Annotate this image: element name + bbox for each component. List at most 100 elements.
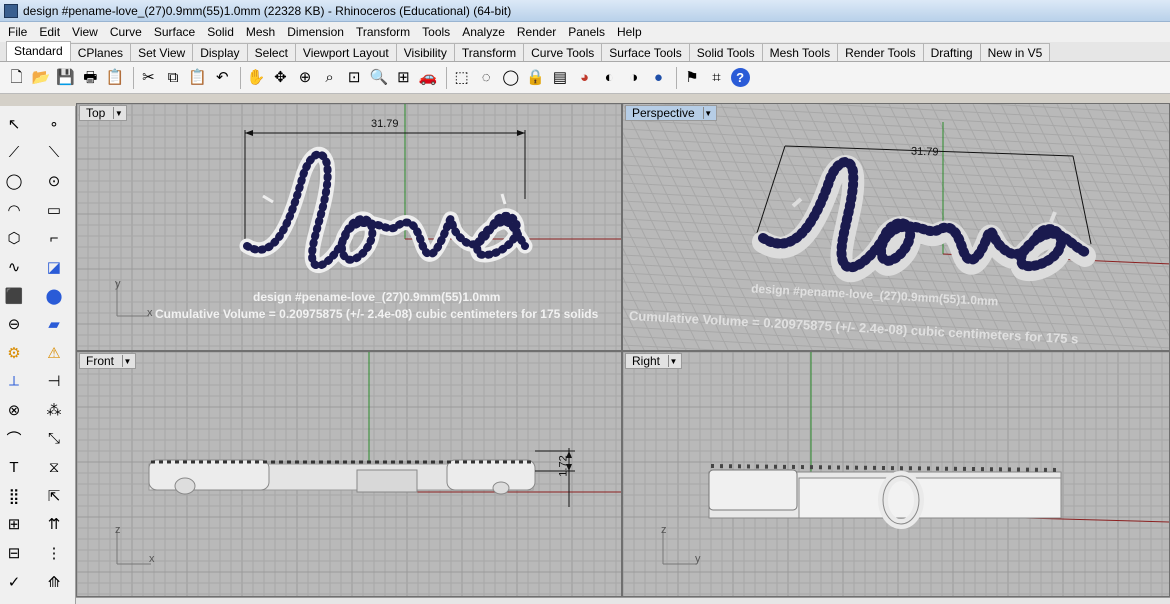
dimension-icon[interactable]: ⚑ bbox=[681, 67, 702, 88]
tab-render-tools[interactable]: Render Tools bbox=[837, 43, 924, 61]
viewport-top[interactable]: Top ▼ 31.79 design #pename-love_(27)0.9mm… bbox=[76, 103, 622, 351]
zoom-selected-icon[interactable]: 🔍 bbox=[368, 67, 389, 88]
rendered-sphere-icon[interactable]: ◑ bbox=[623, 67, 644, 88]
show-icon[interactable]: ◯ bbox=[500, 67, 521, 88]
shaded-sphere-icon[interactable]: ◐ bbox=[599, 67, 620, 88]
menu-dimension[interactable]: Dimension bbox=[281, 22, 350, 42]
mirror-icon[interactable]: ⧖ bbox=[42, 455, 66, 479]
array-icon[interactable]: ⣿ bbox=[2, 484, 26, 508]
car-icon[interactable]: 🚗 bbox=[418, 67, 439, 88]
menu-transform[interactable]: Transform bbox=[350, 22, 416, 42]
polygon-icon[interactable]: ⬡ bbox=[2, 226, 26, 250]
check-icon[interactable]: ✓ bbox=[2, 570, 26, 594]
group-icon[interactable]: ⁂ bbox=[42, 398, 66, 422]
cylinder-icon[interactable]: ⊖ bbox=[2, 312, 26, 336]
tab-drafting[interactable]: Drafting bbox=[922, 43, 981, 61]
zoom-extents-icon[interactable]: ⊡ bbox=[344, 67, 365, 88]
grid-options-icon[interactable]: ⌗ bbox=[706, 67, 727, 88]
bake-icon[interactable]: ⋮ bbox=[42, 541, 66, 565]
layers-icon[interactable]: ▤ bbox=[549, 67, 570, 88]
box-solid-icon[interactable]: ⬛ bbox=[2, 284, 26, 308]
menu-analyze[interactable]: Analyze bbox=[456, 22, 511, 42]
explode-icon[interactable]: ⤡ bbox=[42, 427, 66, 451]
tab-solid-tools[interactable]: Solid Tools bbox=[688, 43, 763, 61]
point-icon[interactable]: ∘ bbox=[42, 112, 66, 136]
block-icon[interactable]: ⊟ bbox=[2, 541, 26, 565]
circle-icon[interactable]: ◯ bbox=[2, 169, 26, 193]
paste-icon[interactable]: 📋 bbox=[187, 67, 208, 88]
viewport-menu-arrow-icon[interactable]: ▼ bbox=[113, 107, 123, 119]
extrude-icon[interactable]: ▰ bbox=[42, 312, 66, 336]
viewport-perspective[interactable]: Perspective ▼ 31.79 design #pename-love_(… bbox=[622, 103, 1170, 351]
menu-mesh[interactable]: Mesh bbox=[240, 22, 281, 42]
viewport-menu-arrow-icon[interactable]: ▼ bbox=[122, 355, 132, 367]
print-icon[interactable]: 🖶 bbox=[80, 67, 101, 88]
tab-viewport-layout[interactable]: Viewport Layout bbox=[294, 43, 397, 61]
tab-cplanes[interactable]: CPlanes bbox=[69, 43, 132, 61]
offset-icon[interactable]: ⊣ bbox=[42, 369, 66, 393]
render-sphere-icon[interactable]: ● bbox=[648, 67, 669, 88]
color-wheel-icon[interactable]: ◕ bbox=[574, 67, 595, 88]
menu-panels[interactable]: Panels bbox=[562, 22, 611, 42]
warning-icon[interactable]: ⚠ bbox=[42, 341, 66, 365]
tab-display[interactable]: Display bbox=[192, 43, 248, 61]
polyline-icon[interactable]: ⟋ bbox=[2, 141, 26, 165]
select-arrow-icon[interactable]: ↖ bbox=[2, 112, 26, 136]
freeform-curve-icon[interactable]: ∿ bbox=[2, 255, 26, 279]
zoom-dynamic-icon[interactable]: ⊕ bbox=[295, 67, 316, 88]
viewport-menu-arrow-icon[interactable]: ▼ bbox=[702, 107, 713, 119]
tab-visibility[interactable]: Visibility bbox=[395, 43, 455, 61]
new-file-icon[interactable]: 🗋 bbox=[6, 67, 27, 88]
paint-icon[interactable]: ⟰ bbox=[42, 570, 66, 594]
viewport-tab-front[interactable]: Front ▼ bbox=[79, 353, 137, 369]
hide-icon[interactable]: ◌ bbox=[476, 67, 497, 88]
copy-icon[interactable]: ⧉ bbox=[163, 67, 184, 88]
save-icon[interactable]: 💾 bbox=[55, 67, 76, 88]
right-model[interactable] bbox=[623, 352, 1170, 597]
viewport-front[interactable]: Front ▼ 1.72 z x bbox=[76, 351, 622, 597]
rectangle-icon[interactable]: ▭ bbox=[42, 198, 66, 222]
control-points-icon[interactable]: ⟍ bbox=[42, 141, 66, 165]
menu-surface[interactable]: Surface bbox=[148, 22, 201, 42]
boolean-icon[interactable]: ⬤ bbox=[42, 284, 66, 308]
history-icon[interactable]: ⇈ bbox=[42, 512, 66, 536]
menu-tools[interactable]: Tools bbox=[416, 22, 456, 42]
pan-hand-icon[interactable]: ✋ bbox=[245, 67, 266, 88]
tab-mesh-tools[interactable]: Mesh Tools bbox=[761, 43, 839, 61]
sweep-icon[interactable]: ⟂ bbox=[2, 369, 26, 393]
tab-surface-tools[interactable]: Surface Tools bbox=[601, 43, 690, 61]
menu-curve[interactable]: Curve bbox=[104, 22, 148, 42]
help-icon[interactable]: ? bbox=[730, 68, 750, 87]
undo-icon[interactable]: ↶ bbox=[212, 67, 233, 88]
curve-fillet-icon[interactable]: ⌐ bbox=[42, 226, 66, 250]
zoom-window-icon[interactable]: ⌕ bbox=[319, 67, 340, 88]
cut-icon[interactable]: ✂ bbox=[138, 67, 159, 88]
front-model[interactable] bbox=[77, 352, 622, 597]
viewport-tab-right[interactable]: Right ▼ bbox=[625, 353, 683, 369]
join-icon[interactable]: ⌒ bbox=[2, 427, 26, 451]
rotate-view-icon[interactable]: ✥ bbox=[270, 67, 291, 88]
viewport-right[interactable]: Right ▼ z y bbox=[622, 351, 1170, 597]
menu-view[interactable]: View bbox=[66, 22, 104, 42]
menu-render[interactable]: Render bbox=[511, 22, 562, 42]
menu-file[interactable]: File bbox=[2, 22, 33, 42]
menu-help[interactable]: Help bbox=[611, 22, 648, 42]
grid-snap-icon[interactable]: ⊞ bbox=[2, 512, 26, 536]
move-icon[interactable]: ⇱ bbox=[42, 484, 66, 508]
tab-new-in-v5[interactable]: New in V5 bbox=[979, 43, 1051, 61]
viewport-menu-arrow-icon[interactable]: ▼ bbox=[668, 355, 678, 367]
tab-transform[interactable]: Transform bbox=[453, 43, 525, 61]
menu-edit[interactable]: Edit bbox=[33, 22, 66, 42]
four-viewports-icon[interactable]: ⊞ bbox=[393, 67, 414, 88]
lock-icon[interactable]: 🔒 bbox=[525, 67, 546, 88]
surface-icon[interactable]: ◪ bbox=[42, 255, 66, 279]
viewport-tab-top[interactable]: Top ▼ bbox=[79, 105, 128, 121]
ellipse-icon[interactable]: ⊙ bbox=[42, 169, 66, 193]
text-icon[interactable]: T bbox=[2, 455, 26, 479]
tab-select[interactable]: Select bbox=[246, 43, 296, 61]
tab-curve-tools[interactable]: Curve Tools bbox=[523, 43, 603, 61]
arc-icon[interactable]: ◠ bbox=[2, 198, 26, 222]
gear-icon[interactable]: ⚙ bbox=[2, 341, 26, 365]
open-file-icon[interactable]: 📂 bbox=[31, 67, 52, 88]
network-surface-icon[interactable]: ⊗ bbox=[2, 398, 26, 422]
